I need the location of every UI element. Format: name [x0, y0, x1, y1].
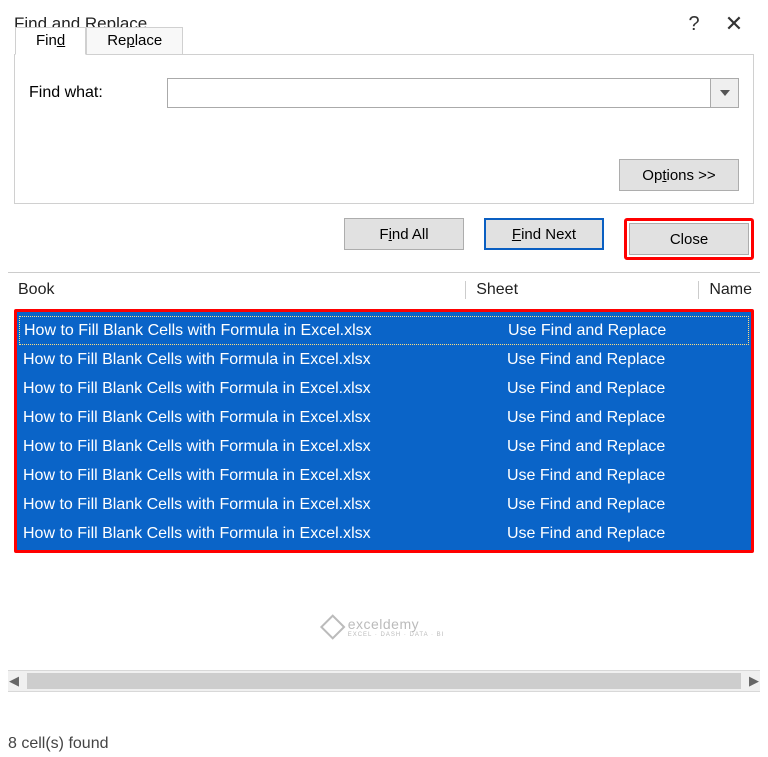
status-text: 8 cell(s) found [8, 735, 109, 753]
column-book[interactable]: Book [16, 281, 466, 299]
result-book: How to Fill Blank Cells with Formula in … [23, 351, 507, 369]
results-header: Book Sheet Name [8, 273, 760, 305]
watermark-logo-icon [320, 614, 345, 639]
result-row[interactable]: How to Fill Blank Cells with Formula in … [19, 345, 749, 374]
tabs: Find Replace [15, 27, 183, 55]
results-body: How to Fill Blank Cells with Formula in … [14, 309, 754, 553]
scroll-right-arrow[interactable]: ▶ [743, 671, 760, 691]
watermark: exceldemy EXCEL · DASH · DATA · BI [324, 616, 445, 638]
result-row[interactable]: How to Fill Blank Cells with Formula in … [19, 490, 749, 519]
result-book: How to Fill Blank Cells with Formula in … [24, 322, 508, 340]
results-pane: Book Sheet Name How to Fill Blank Cells … [8, 272, 760, 692]
result-row[interactable]: How to Fill Blank Cells with Formula in … [19, 374, 749, 403]
find-all-button[interactable]: Find All [344, 218, 464, 250]
result-book: How to Fill Blank Cells with Formula in … [23, 467, 507, 485]
result-sheet: Use Find and Replace [507, 438, 745, 456]
result-row[interactable]: How to Fill Blank Cells with Formula in … [19, 316, 749, 345]
watermark-text: exceldemy [348, 616, 419, 632]
scroll-left-arrow[interactable]: ◀ [8, 671, 25, 691]
result-row[interactable]: How to Fill Blank Cells with Formula in … [19, 432, 749, 461]
find-what-input[interactable] [168, 79, 710, 107]
close-icon[interactable]: ✕ [714, 11, 754, 37]
result-book: How to Fill Blank Cells with Formula in … [23, 409, 507, 427]
result-book: How to Fill Blank Cells with Formula in … [23, 525, 507, 543]
find-what-label: Find what: [29, 84, 167, 102]
result-row[interactable]: How to Fill Blank Cells with Formula in … [19, 461, 749, 490]
result-row[interactable]: How to Fill Blank Cells with Formula in … [19, 403, 749, 432]
result-book: How to Fill Blank Cells with Formula in … [23, 496, 507, 514]
column-name[interactable]: Name [699, 281, 752, 299]
close-button[interactable]: Close [629, 223, 749, 255]
help-button[interactable]: ? [674, 13, 714, 36]
chevron-down-icon [720, 90, 730, 96]
column-sheet[interactable]: Sheet [466, 281, 699, 299]
result-sheet: Use Find and Replace [507, 525, 745, 543]
result-sheet: Use Find and Replace [507, 351, 745, 369]
options-button[interactable]: Options >> [619, 159, 739, 191]
find-what-dropdown[interactable] [710, 79, 738, 107]
close-highlight: Close [624, 218, 754, 260]
watermark-sub: EXCEL · DASH · DATA · BI [348, 632, 445, 638]
result-row[interactable]: How to Fill Blank Cells with Formula in … [19, 519, 749, 548]
action-buttons: Find All Find Next Close [0, 204, 768, 268]
tab-replace[interactable]: Replace [86, 27, 183, 55]
result-sheet: Use Find and Replace [507, 409, 745, 427]
result-book: How to Fill Blank Cells with Formula in … [23, 380, 507, 398]
tab-find[interactable]: Find [15, 27, 86, 55]
result-sheet: Use Find and Replace [508, 322, 744, 340]
result-book: How to Fill Blank Cells with Formula in … [23, 438, 507, 456]
horizontal-scrollbar[interactable]: ◀ ▶ [8, 670, 760, 692]
result-sheet: Use Find and Replace [507, 496, 745, 514]
find-panel: Find Replace Find what: Options >> [14, 54, 754, 204]
result-sheet: Use Find and Replace [507, 467, 745, 485]
result-sheet: Use Find and Replace [507, 380, 745, 398]
find-next-button[interactable]: Find Next [484, 218, 604, 250]
scroll-thumb[interactable] [27, 673, 741, 689]
find-what-combo[interactable] [167, 78, 739, 108]
